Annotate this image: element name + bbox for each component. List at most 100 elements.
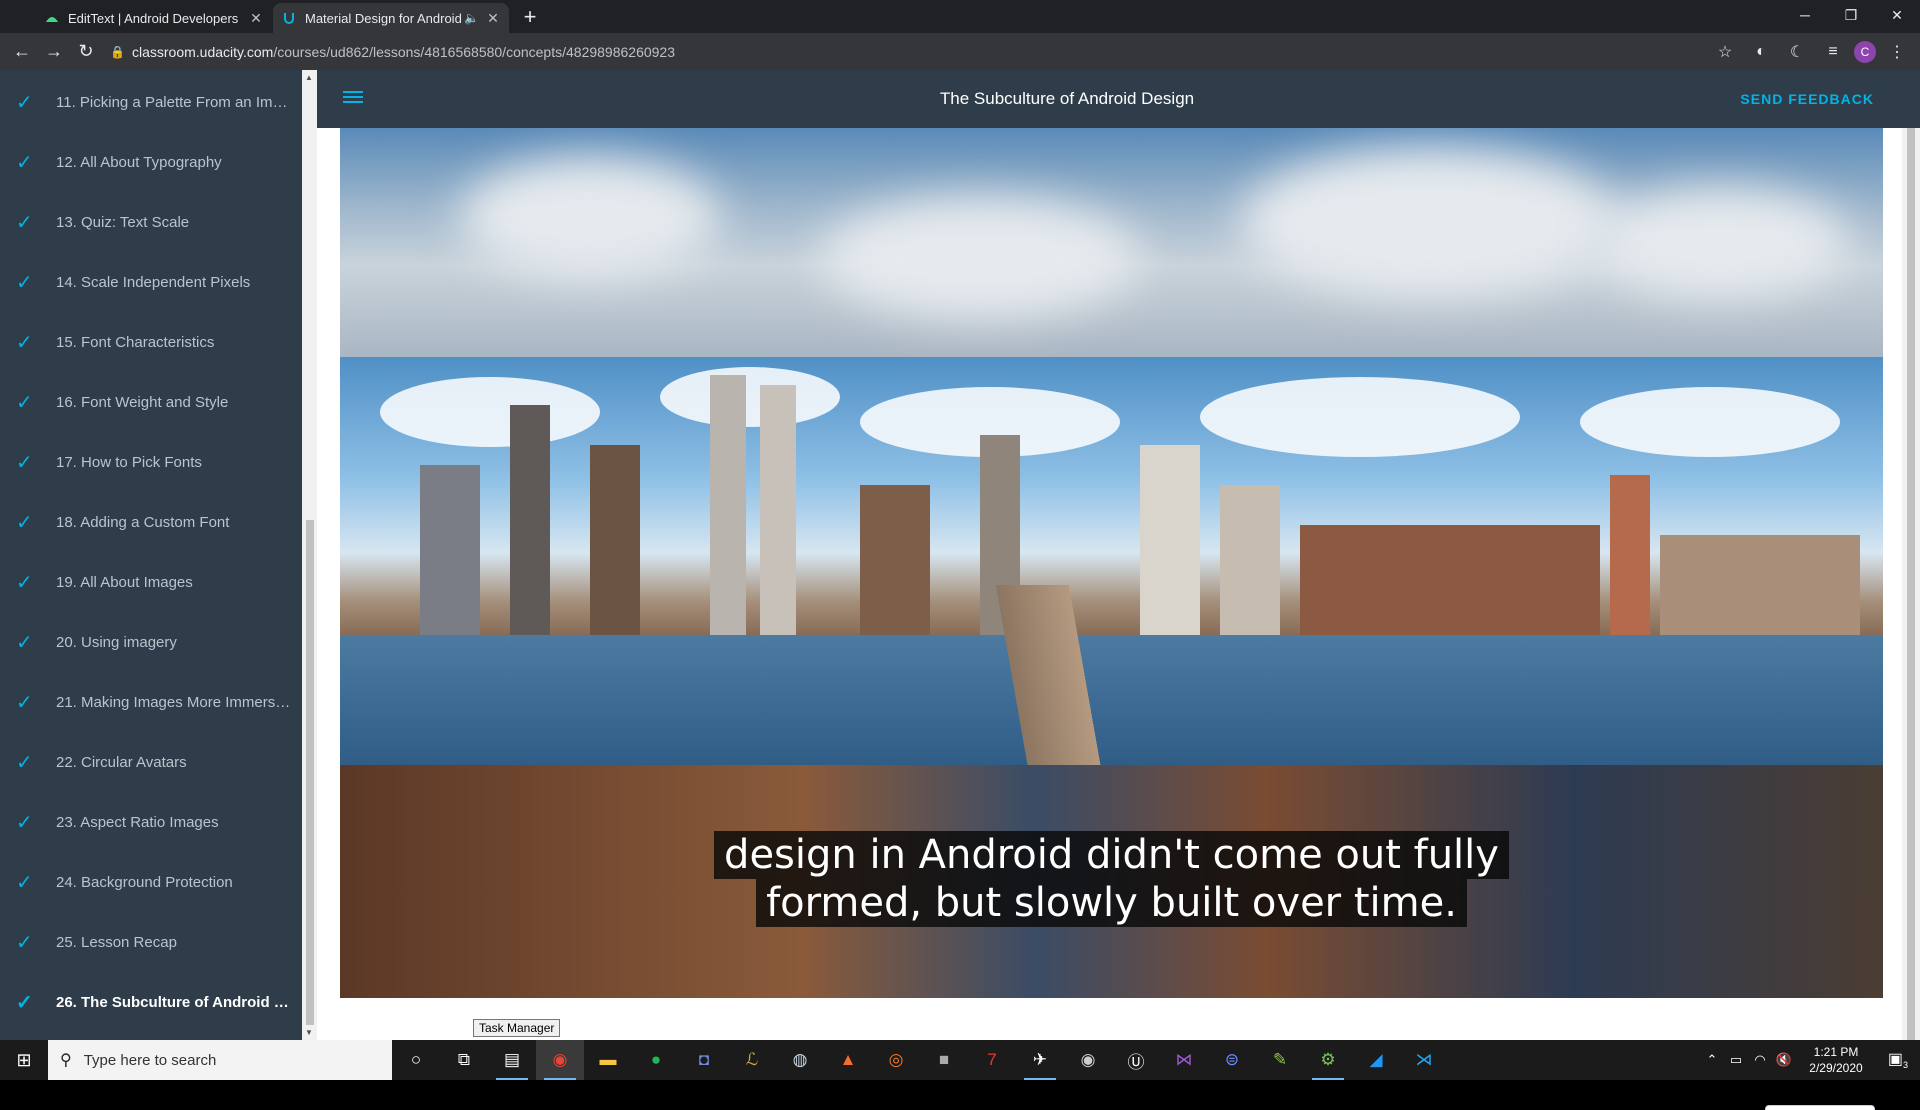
volume-muted-icon[interactable]: 🔇 bbox=[1772, 1052, 1796, 1068]
file-explorer-icon[interactable]: ▬ bbox=[584, 1040, 632, 1080]
search-placeholder: Type here to search bbox=[83, 1051, 217, 1069]
discord-icon[interactable]: ◘ bbox=[680, 1040, 728, 1080]
origin-icon[interactable]: ▲ bbox=[824, 1040, 872, 1080]
sidebar-item-current[interactable]: ✓ 26. The Subculture of Android D... bbox=[0, 972, 302, 1032]
lock-icon: 🔒 bbox=[110, 44, 125, 59]
obs-icon[interactable]: ◉ bbox=[1064, 1040, 1112, 1080]
dark-reader-icon[interactable]: ◐ bbox=[1746, 37, 1776, 67]
check-icon: ✓ bbox=[16, 91, 33, 114]
sidebar-item-label: 18. Adding a Custom Font bbox=[56, 513, 230, 531]
spotify-icon[interactable]: ● bbox=[632, 1040, 680, 1080]
video-blurred-sky bbox=[340, 128, 1883, 357]
clock-time: 1:21 PM bbox=[1813, 1045, 1859, 1059]
app-icon[interactable]: ■ bbox=[920, 1040, 968, 1080]
sidebar-item[interactable]: ✓ 24. Background Protection bbox=[0, 852, 302, 912]
profile-avatar[interactable]: C bbox=[1854, 41, 1876, 63]
sidebar-item[interactable]: ✓ 19. All About Images bbox=[0, 552, 302, 612]
unreal-engine-icon[interactable]: Ⓤ bbox=[1112, 1040, 1160, 1080]
check-icon: ✓ bbox=[16, 991, 33, 1014]
sidebar-item[interactable]: ✓ 18. Adding a Custom Font bbox=[0, 492, 302, 552]
check-icon: ✓ bbox=[16, 931, 33, 954]
league-launcher-icon[interactable]: ℒ bbox=[728, 1040, 776, 1080]
seven-zip-icon[interactable]: 7 bbox=[968, 1040, 1016, 1080]
sidebar-item[interactable]: ✓ 20. Using imagery bbox=[0, 612, 302, 672]
window-controls: ─ ❐ ✕ bbox=[1782, 0, 1920, 30]
clock[interactable]: 1:21 PM 2/29/2020 bbox=[1796, 1044, 1876, 1076]
app-icon[interactable]: ◢ bbox=[1352, 1040, 1400, 1080]
notification-center-icon[interactable]: ▣3 bbox=[1876, 1049, 1920, 1070]
notepad-plus-icon[interactable]: ✎ bbox=[1256, 1040, 1304, 1080]
game-icon[interactable]: ✈ bbox=[1016, 1040, 1064, 1080]
speaker-icon[interactable]: 🔈 bbox=[464, 11, 479, 25]
video-player[interactable]: design in Android didn't come out fully … bbox=[340, 128, 1883, 998]
scroll-up-icon[interactable]: ▲ bbox=[305, 73, 313, 82]
sidebar-item[interactable]: ✓ 21. Making Images More Immersive bbox=[0, 672, 302, 732]
scrollbar-thumb[interactable] bbox=[306, 520, 314, 1025]
sidebar-item[interactable]: ✓ 12. All About Typography bbox=[0, 132, 302, 192]
tab-edittext[interactable]: EditText | Android Developers ✕ bbox=[36, 3, 272, 33]
address-bar[interactable]: 🔒 classroom.udacity.com /courses/ud862/l… bbox=[110, 37, 1690, 66]
check-icon: ✓ bbox=[16, 691, 33, 714]
sidebar-item[interactable]: ✓ 16. Font Weight and Style bbox=[0, 372, 302, 432]
moon-icon[interactable]: ☾ bbox=[1782, 37, 1812, 67]
sidebar-item-label: 20. Using imagery bbox=[56, 633, 177, 651]
sidebar-item[interactable]: ✓ 15. Font Characteristics bbox=[0, 312, 302, 372]
vscode-icon[interactable]: ⋊ bbox=[1400, 1040, 1448, 1080]
sidebar-item-label: 24. Background Protection bbox=[56, 873, 233, 891]
scrollbar-thumb[interactable] bbox=[1907, 128, 1915, 1040]
taskbar-search-box[interactable]: ⚲ Type here to search bbox=[48, 1040, 392, 1080]
app-icon[interactable]: ⊜ bbox=[1208, 1040, 1256, 1080]
minimize-icon[interactable]: ─ bbox=[1782, 0, 1828, 30]
caption-line-2: formed, but slowly built over time. bbox=[756, 879, 1467, 927]
new-tab-button[interactable]: + bbox=[516, 3, 544, 31]
sidebar-item[interactable]: ✓ 25. Lesson Recap bbox=[0, 912, 302, 972]
sidebar-scrollbar[interactable]: ▲ ▼ bbox=[302, 70, 317, 1040]
close-window-icon[interactable]: ✕ bbox=[1874, 0, 1920, 30]
sidebar-item-label: 22. Circular Avatars bbox=[56, 753, 187, 771]
chrome-icon[interactable]: ◉ bbox=[536, 1040, 584, 1080]
send-feedback-button[interactable]: SEND FEEDBACK bbox=[1740, 91, 1874, 107]
check-icon: ✓ bbox=[16, 631, 33, 654]
clock-date: 2/29/2020 bbox=[1809, 1061, 1863, 1075]
blender-icon[interactable]: ◎ bbox=[872, 1040, 920, 1080]
sidebar-item-label: 15. Font Characteristics bbox=[56, 333, 215, 351]
close-tab-icon[interactable]: ✕ bbox=[485, 10, 501, 27]
sidebar-item[interactable]: ✓ 23. Aspect Ratio Images bbox=[0, 792, 302, 852]
sidebar-item-label: 12. All About Typography bbox=[56, 153, 222, 171]
sidebar-item[interactable]: ✓ 17. How to Pick Fonts bbox=[0, 432, 302, 492]
forward-arrow-icon[interactable]: → bbox=[38, 36, 70, 68]
sidebar-item-label: 21. Making Images More Immersive bbox=[56, 693, 291, 711]
back-arrow-icon[interactable]: ← bbox=[6, 36, 38, 68]
cortana-icon[interactable]: ○ bbox=[392, 1040, 440, 1080]
visual-studio-icon[interactable]: ⋈ bbox=[1160, 1040, 1208, 1080]
sidebar-item[interactable]: ✓ 14. Scale Independent Pixels bbox=[0, 252, 302, 312]
android-studio-icon[interactable]: ⚙ bbox=[1304, 1040, 1352, 1080]
sidebar-item[interactable]: ✓ 22. Circular Avatars bbox=[0, 732, 302, 792]
check-icon: ✓ bbox=[16, 811, 33, 834]
tab-material-design[interactable]: Material Design for Android 🔈 ✕ bbox=[273, 3, 509, 33]
windows-start-icon[interactable]: ⊞ bbox=[0, 1040, 48, 1080]
task-manager-icon[interactable]: ▤ bbox=[488, 1040, 536, 1080]
sidebar-item[interactable]: ✓ 13. Quiz: Text Scale bbox=[0, 192, 302, 252]
media-queue-icon[interactable]: ≡ bbox=[1818, 37, 1848, 67]
steam-icon[interactable]: ◍ bbox=[776, 1040, 824, 1080]
star-icon[interactable]: ☆ bbox=[1710, 37, 1740, 67]
system-tray: ⌃ ▭ ◠ 🔇 1:21 PM 2/29/2020 ▣3 bbox=[1700, 1040, 1920, 1080]
restore-icon[interactable]: ❐ bbox=[1828, 0, 1874, 30]
tab-title: EditText | Android Developers bbox=[68, 10, 239, 26]
close-tab-icon[interactable]: ✕ bbox=[248, 10, 264, 27]
check-icon: ✓ bbox=[16, 871, 33, 894]
chat-widget-tab[interactable] bbox=[1765, 1105, 1875, 1110]
check-icon: ✓ bbox=[16, 331, 33, 354]
battery-icon[interactable]: ▭ bbox=[1724, 1052, 1748, 1068]
task-view-icon[interactable]: ⧉ bbox=[440, 1040, 488, 1080]
check-icon: ✓ bbox=[16, 151, 33, 174]
tooltip: Task Manager bbox=[473, 1019, 561, 1037]
main-scrollbar[interactable] bbox=[1902, 128, 1920, 1040]
more-menu-icon[interactable]: ⋮ bbox=[1882, 37, 1912, 67]
wifi-icon[interactable]: ◠ bbox=[1748, 1052, 1772, 1068]
reload-icon[interactable]: ↻ bbox=[70, 36, 102, 68]
scroll-down-icon[interactable]: ▼ bbox=[305, 1028, 313, 1037]
chevron-up-icon[interactable]: ⌃ bbox=[1700, 1052, 1724, 1068]
sidebar-item[interactable]: ✓ 11. Picking a Palette From an Image bbox=[0, 72, 302, 132]
